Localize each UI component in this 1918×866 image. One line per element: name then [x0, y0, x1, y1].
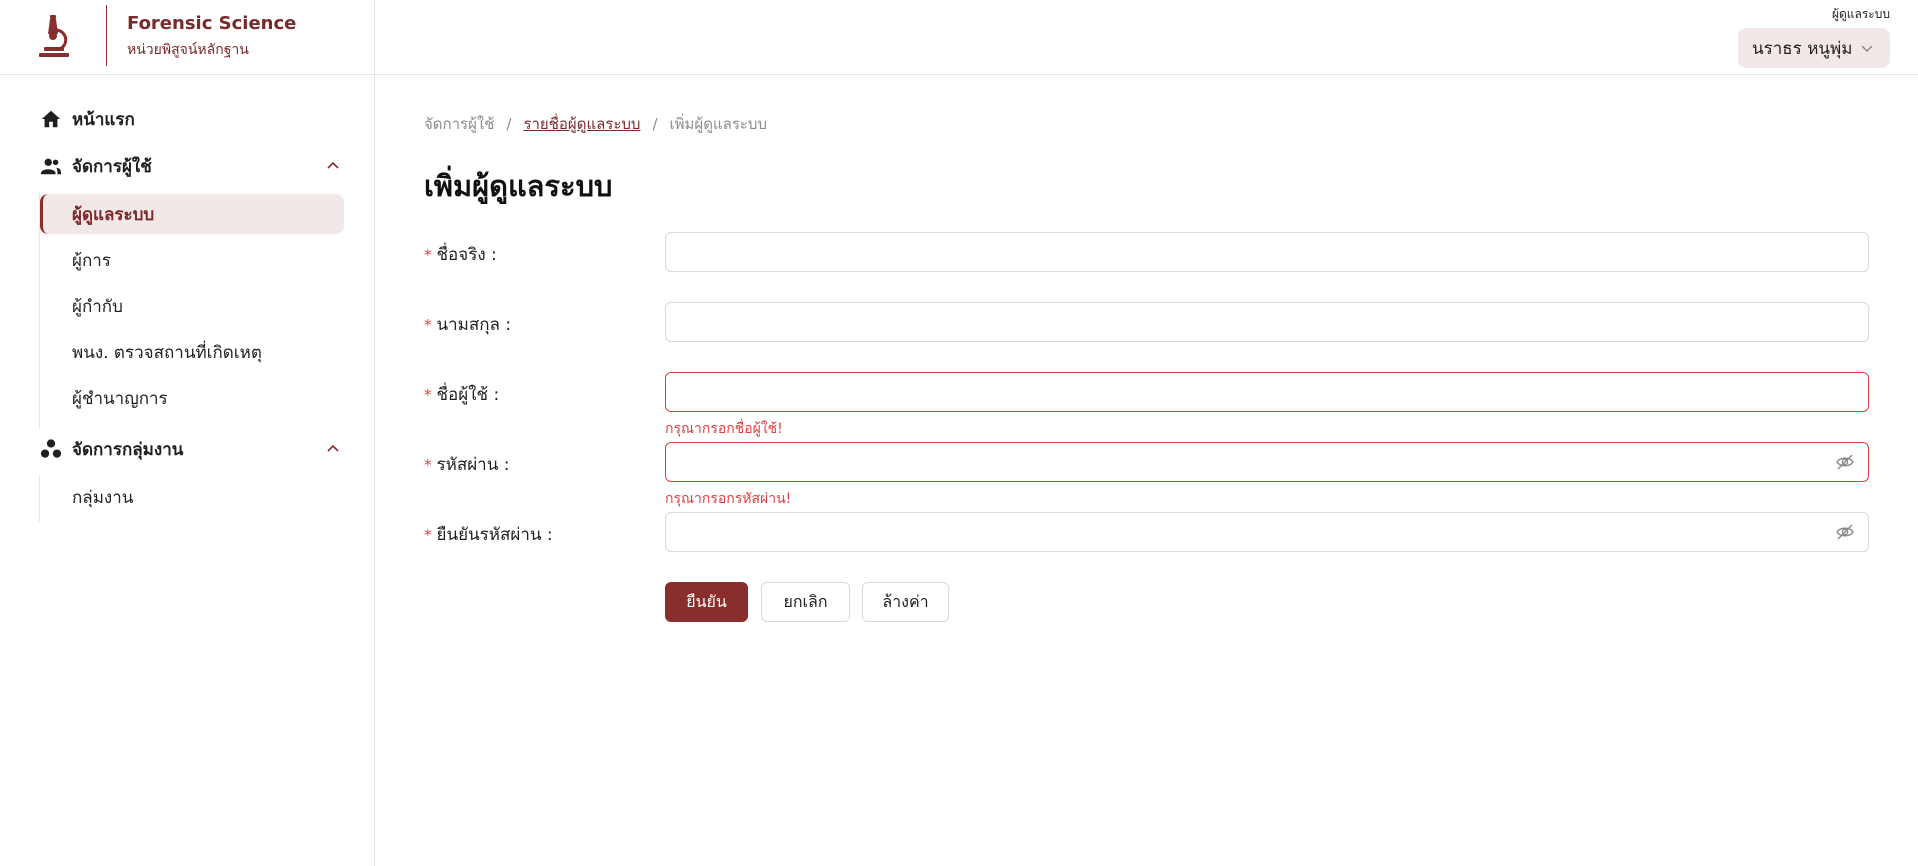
submit-button[interactable]: ยืนยัน: [665, 582, 748, 622]
breadcrumb-separator: /: [506, 115, 512, 133]
password-label-text: รหัสผ่าน :: [436, 455, 510, 475]
sidebar-group-label: จัดการผู้ใช้: [72, 156, 152, 177]
breadcrumb: จัดการผู้ใช้ / รายชื่อผู้ดูแลระบบ / เพิ่…: [424, 112, 767, 136]
sidebar-item-expert[interactable]: ผู้ชำนาญการ: [40, 378, 344, 418]
password-input[interactable]: [665, 442, 1869, 482]
username-input[interactable]: [665, 372, 1869, 412]
sidebar-item-crime-scene-officer[interactable]: พนง. ตรวจสถานที่เกิดเหตุ: [40, 332, 344, 372]
username-label: * ชื่อผู้ใช้ :: [424, 381, 499, 408]
first-name-label-text: ชื่อจริง :: [436, 245, 497, 265]
user-role-label: ผู้ดูแลระบบ: [1831, 7, 1890, 21]
sidebar-item-home[interactable]: หน้าแรก: [40, 106, 135, 132]
home-icon: [41, 110, 61, 128]
user-menu-button[interactable]: นราธร หนูพุ่ม: [1738, 28, 1890, 68]
chevron-up-icon[interactable]: [326, 442, 340, 456]
sidebar-item-supervisor[interactable]: ผู้กำกับ: [40, 286, 344, 326]
eye-invisible-icon[interactable]: [1835, 452, 1855, 472]
sidebar-group-workgroup-management[interactable]: จัดการกลุ่มงาน: [40, 436, 183, 462]
confirm-password-input[interactable]: [665, 512, 1869, 552]
chevron-down-icon: [1861, 45, 1873, 53]
breadcrumb-item-user-management: จัดการผู้ใช้: [424, 115, 495, 133]
group-icon: [40, 439, 62, 458]
brand-title: Forensic Science: [127, 13, 297, 34]
username-label-text: ชื่อผู้ใช้ :: [436, 385, 500, 405]
reset-button[interactable]: ล้างค่า: [862, 582, 949, 622]
required-mark: *: [424, 246, 432, 264]
sidebar-group-label: จัดการกลุ่มงาน: [72, 439, 184, 460]
sidebar-item-commander[interactable]: ผู้การ: [40, 240, 344, 280]
breadcrumb-item-current: เพิ่มผู้ดูแลระบบ: [669, 115, 767, 133]
sidebar-item-workgroup[interactable]: กลุ่มงาน: [40, 477, 344, 517]
required-mark: *: [424, 316, 432, 334]
password-label: * รหัสผ่าน :: [424, 451, 509, 478]
sidebar-group-user-management[interactable]: จัดการผู้ใช้: [40, 153, 152, 179]
users-icon: [40, 158, 62, 175]
required-mark: *: [424, 456, 432, 474]
sidebar-item-admin[interactable]: ผู้ดูแลระบบ: [40, 194, 344, 234]
microscope-logo-icon: [39, 15, 69, 57]
confirm-password-label: * ยืนยันรหัสผ่าน :: [424, 521, 553, 548]
brand-subtitle: หน่วยพิสูจน์หลักฐาน: [127, 42, 249, 58]
last-name-label-text: นามสกุล :: [436, 315, 512, 335]
eye-invisible-icon[interactable]: [1835, 522, 1855, 542]
password-error: กรุณากรอกรหัสผ่าน!: [665, 491, 792, 507]
brand-divider: [106, 5, 107, 66]
user-name: นราธร หนูพุ่ม: [1752, 38, 1853, 59]
cancel-button[interactable]: ยกเลิก: [761, 582, 850, 622]
last-name-label: * นามสกุล :: [424, 311, 511, 338]
last-name-input[interactable]: [665, 302, 1869, 342]
required-mark: *: [424, 386, 432, 404]
required-mark: *: [424, 526, 432, 544]
sidebar-item-label: หน้าแรก: [72, 109, 135, 130]
username-error: กรุณากรอกชื่อผู้ใช้!: [665, 421, 783, 437]
first-name-input[interactable]: [665, 232, 1869, 272]
app-header: Forensic Science หน่วยพิสูจน์หลักฐาน ผู้…: [0, 0, 1918, 75]
chevron-up-icon[interactable]: [326, 159, 340, 173]
first-name-label: * ชื่อจริง :: [424, 241, 497, 268]
breadcrumb-link-admin-list[interactable]: รายชื่อผู้ดูแลระบบ: [523, 112, 640, 136]
confirm-password-label-text: ยืนยันรหัสผ่าน :: [436, 525, 553, 545]
brand-area: Forensic Science หน่วยพิสูจน์หลักฐาน: [0, 0, 375, 75]
breadcrumb-separator: /: [652, 115, 658, 133]
page-title: เพิ่มผู้ดูแลระบบ: [424, 169, 613, 203]
